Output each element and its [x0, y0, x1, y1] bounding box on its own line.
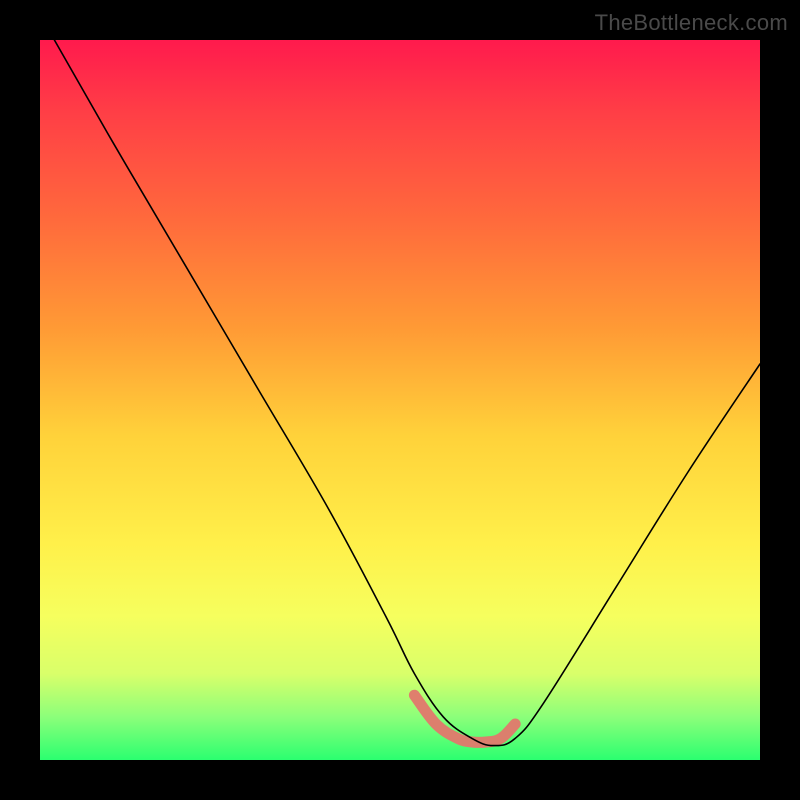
optimal-range-highlight: [414, 695, 515, 742]
chart-svg: [40, 40, 760, 760]
watermark-text: TheBottleneck.com: [595, 10, 788, 36]
bottleneck-curve: [54, 40, 760, 746]
chart-frame: TheBottleneck.com: [0, 0, 800, 800]
plot-area: [40, 40, 760, 760]
